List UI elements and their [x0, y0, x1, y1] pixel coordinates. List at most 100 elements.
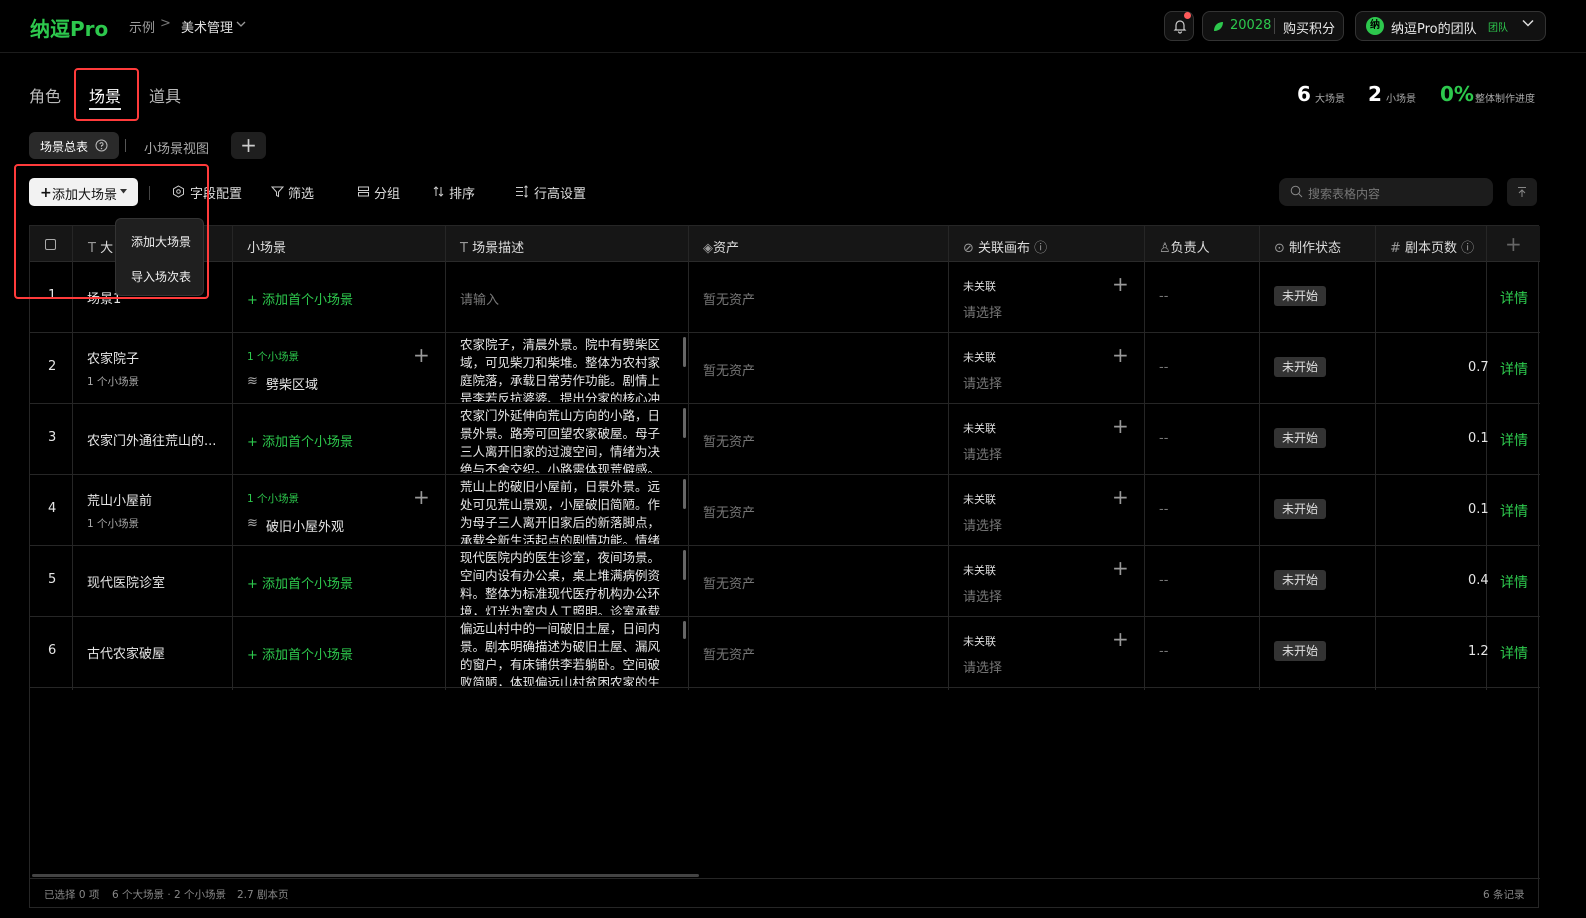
- cell-scrollbar[interactable]: [683, 337, 686, 367]
- col-header-canvas[interactable]: ⊘ 关联画布 ⓘ: [963, 237, 1047, 256]
- add-canvas-button[interactable]: +: [1112, 414, 1129, 438]
- owner-value[interactable]: --: [1159, 573, 1168, 588]
- description-text[interactable]: 荒山上的破旧小屋前，日景外景。远处可见荒山景观，小屋破旧简陋。作为母子三人离开旧…: [460, 478, 662, 544]
- canvas-status: 未关联: [963, 564, 996, 577]
- owner-value[interactable]: --: [1159, 502, 1168, 517]
- canvas-select[interactable]: 请选择: [963, 373, 1002, 392]
- cell-scrollbar[interactable]: [683, 479, 686, 509]
- table-row[interactable]: 6 古代农家破屋 + 添加首个小场景 偏远山村中的一间破旧土屋，日间内景。剧本明…: [30, 617, 1540, 688]
- add-canvas-button[interactable]: +: [1112, 627, 1129, 651]
- col-header-assets[interactable]: ◈资产: [703, 237, 739, 256]
- description-input[interactable]: 请输入: [460, 289, 499, 308]
- chevron-down-icon[interactable]: [1522, 19, 1534, 27]
- help-icon[interactable]: ⓘ: [1457, 241, 1474, 256]
- app-logo[interactable]: 纳逗Pro: [30, 13, 108, 42]
- text-type-icon: T: [460, 241, 473, 256]
- canvas-select[interactable]: 请选择: [963, 302, 1002, 321]
- add-view-button[interactable]: +: [231, 132, 266, 159]
- detail-link[interactable]: 详情: [1500, 643, 1528, 663]
- pages-value[interactable]: 0.1: [1468, 502, 1489, 517]
- col-header-description[interactable]: T 场景描述: [460, 237, 524, 256]
- horizontal-scrollbar[interactable]: [32, 874, 699, 877]
- owner-value[interactable]: --: [1159, 360, 1168, 375]
- detail-link[interactable]: 详情: [1500, 572, 1528, 592]
- add-canvas-button[interactable]: +: [1112, 272, 1129, 296]
- tab-characters[interactable]: 角色: [29, 83, 61, 107]
- pages-value[interactable]: 0.4: [1468, 573, 1489, 588]
- pages-value[interactable]: 0.7: [1468, 360, 1489, 375]
- status-badge[interactable]: 未开始: [1274, 499, 1326, 519]
- big-scene-name[interactable]: 古代农家破屋: [87, 643, 165, 662]
- scroll-top-button[interactable]: [1507, 178, 1537, 206]
- add-small-scene-button[interactable]: +: [413, 343, 430, 367]
- description-text[interactable]: 现代医院内的医生诊室，夜间场景。空间内设有办公桌，桌上堆满病例资料。整体为标准现…: [460, 549, 662, 615]
- help-icon[interactable]: [95, 139, 108, 152]
- small-scene-item[interactable]: 破旧小屋外观: [266, 516, 344, 535]
- small-scene-item[interactable]: 劈柴区域: [266, 374, 318, 393]
- description-text[interactable]: 偏远山村中的一间破旧土屋，日间内景。剧本明确描述为破旧土屋、漏风的窗户，有床铺供…: [460, 620, 662, 686]
- table-row[interactable]: 4 荒山小屋前 1 个小场景 1 个小场景 ≋ 破旧小屋外观 + 荒山上的破旧小…: [30, 475, 1540, 546]
- add-small-scene-button[interactable]: + 添加首个小场景: [247, 573, 353, 592]
- view-tab-overview-label: 场景总表: [40, 140, 89, 154]
- owner-value[interactable]: --: [1159, 644, 1168, 659]
- view-tab-small-scenes[interactable]: 小场景视图: [144, 138, 209, 157]
- cell-scrollbar[interactable]: [683, 621, 686, 639]
- help-icon[interactable]: ⓘ: [1030, 241, 1047, 256]
- group-button[interactable]: 分组: [374, 183, 400, 202]
- col-header-pages[interactable]: # 剧本页数 ⓘ: [1390, 237, 1474, 256]
- filter-button[interactable]: 筛选: [288, 183, 314, 202]
- cell-scrollbar[interactable]: [683, 550, 686, 580]
- big-scene-name[interactable]: 农家门外通往荒山的...: [87, 430, 216, 449]
- detail-link[interactable]: 详情: [1500, 359, 1528, 379]
- add-column-button[interactable]: +: [1505, 232, 1522, 256]
- table-row[interactable]: 3 农家门外通往荒山的... + 添加首个小场景 农家门外延伸向荒山方向的小路，…: [30, 404, 1540, 475]
- breadcrumb-root[interactable]: 示例: [129, 17, 155, 36]
- breadcrumb-current[interactable]: 美术管理: [181, 17, 233, 36]
- big-scene-name[interactable]: 荒山小屋前: [87, 490, 152, 509]
- add-small-scene-button[interactable]: + 添加首个小场景: [247, 431, 353, 450]
- owner-value[interactable]: --: [1159, 289, 1168, 304]
- table-row[interactable]: 2 农家院子 1 个小场景 1 个小场景 ≋ 劈柴区域 + 农家院子，清晨外景。…: [30, 333, 1540, 404]
- table-row[interactable]: 5 现代医院诊室 + 添加首个小场景 现代医院内的医生诊室，夜间场景。空间内设有…: [30, 546, 1540, 617]
- owner-value[interactable]: --: [1159, 431, 1168, 446]
- add-canvas-button[interactable]: +: [1112, 343, 1129, 367]
- row-height-button[interactable]: 行高设置: [534, 183, 586, 202]
- detail-link[interactable]: 详情: [1500, 288, 1528, 308]
- add-canvas-button[interactable]: +: [1112, 556, 1129, 580]
- status-badge[interactable]: 未开始: [1274, 641, 1326, 661]
- col-header-small-scene[interactable]: 小场景: [247, 237, 286, 256]
- col-header-owner[interactable]: ♙负责人: [1159, 237, 1210, 256]
- detail-link[interactable]: 详情: [1500, 501, 1528, 521]
- team-name[interactable]: 纳逗Pro的团队: [1391, 18, 1477, 37]
- add-canvas-button[interactable]: +: [1112, 485, 1129, 509]
- status-badge[interactable]: 未开始: [1274, 570, 1326, 590]
- sort-button[interactable]: 排序: [449, 183, 475, 202]
- status-badge[interactable]: 未开始: [1274, 357, 1326, 377]
- add-small-scene-button[interactable]: + 添加首个小场景: [247, 644, 353, 663]
- detail-link[interactable]: 详情: [1500, 430, 1528, 450]
- pages-value[interactable]: 0.1: [1468, 431, 1489, 446]
- chevron-down-icon[interactable]: [236, 20, 246, 28]
- canvas-select[interactable]: 请选择: [963, 444, 1002, 463]
- canvas-select[interactable]: 请选择: [963, 515, 1002, 534]
- big-scene-name[interactable]: 现代医院诊室: [87, 572, 165, 591]
- table-row[interactable]: 1 场景1 + 添加首个小场景 请输入 暂无资产 未关联 请选择 + -- 未开…: [30, 262, 1540, 333]
- status-badge[interactable]: 未开始: [1274, 286, 1326, 306]
- cell-scrollbar[interactable]: [683, 408, 686, 438]
- add-small-scene-button[interactable]: + 添加首个小场景: [247, 289, 353, 308]
- pages-value[interactable]: 1.2: [1468, 644, 1489, 659]
- status-badge[interactable]: 未开始: [1274, 428, 1326, 448]
- big-scene-name[interactable]: 农家院子: [87, 348, 139, 367]
- col-header-status[interactable]: ⊙ 制作状态: [1274, 237, 1341, 256]
- add-small-scene-button[interactable]: +: [413, 485, 430, 509]
- buy-points-button[interactable]: 购买积分: [1283, 18, 1335, 37]
- canvas-select[interactable]: 请选择: [963, 657, 1002, 676]
- tab-props[interactable]: 道具: [149, 83, 181, 107]
- description-text[interactable]: 农家院子，清晨外景。院中有劈柴区域，可见柴刀和柴堆。整体为农村家庭院落，承载日常…: [460, 336, 662, 402]
- description-text[interactable]: 农家门外延伸向荒山方向的小路，日景外景。路旁可回望农家破屋。母子三人离开旧家的过…: [460, 407, 662, 473]
- search-input[interactable]: 搜索表格内容: [1308, 185, 1380, 202]
- small-scene-count-link[interactable]: 1 个小场景: [247, 349, 299, 364]
- small-scene-count-link[interactable]: 1 个小场景: [247, 491, 299, 506]
- canvas-status: 未关联: [963, 280, 996, 293]
- canvas-select[interactable]: 请选择: [963, 586, 1002, 605]
